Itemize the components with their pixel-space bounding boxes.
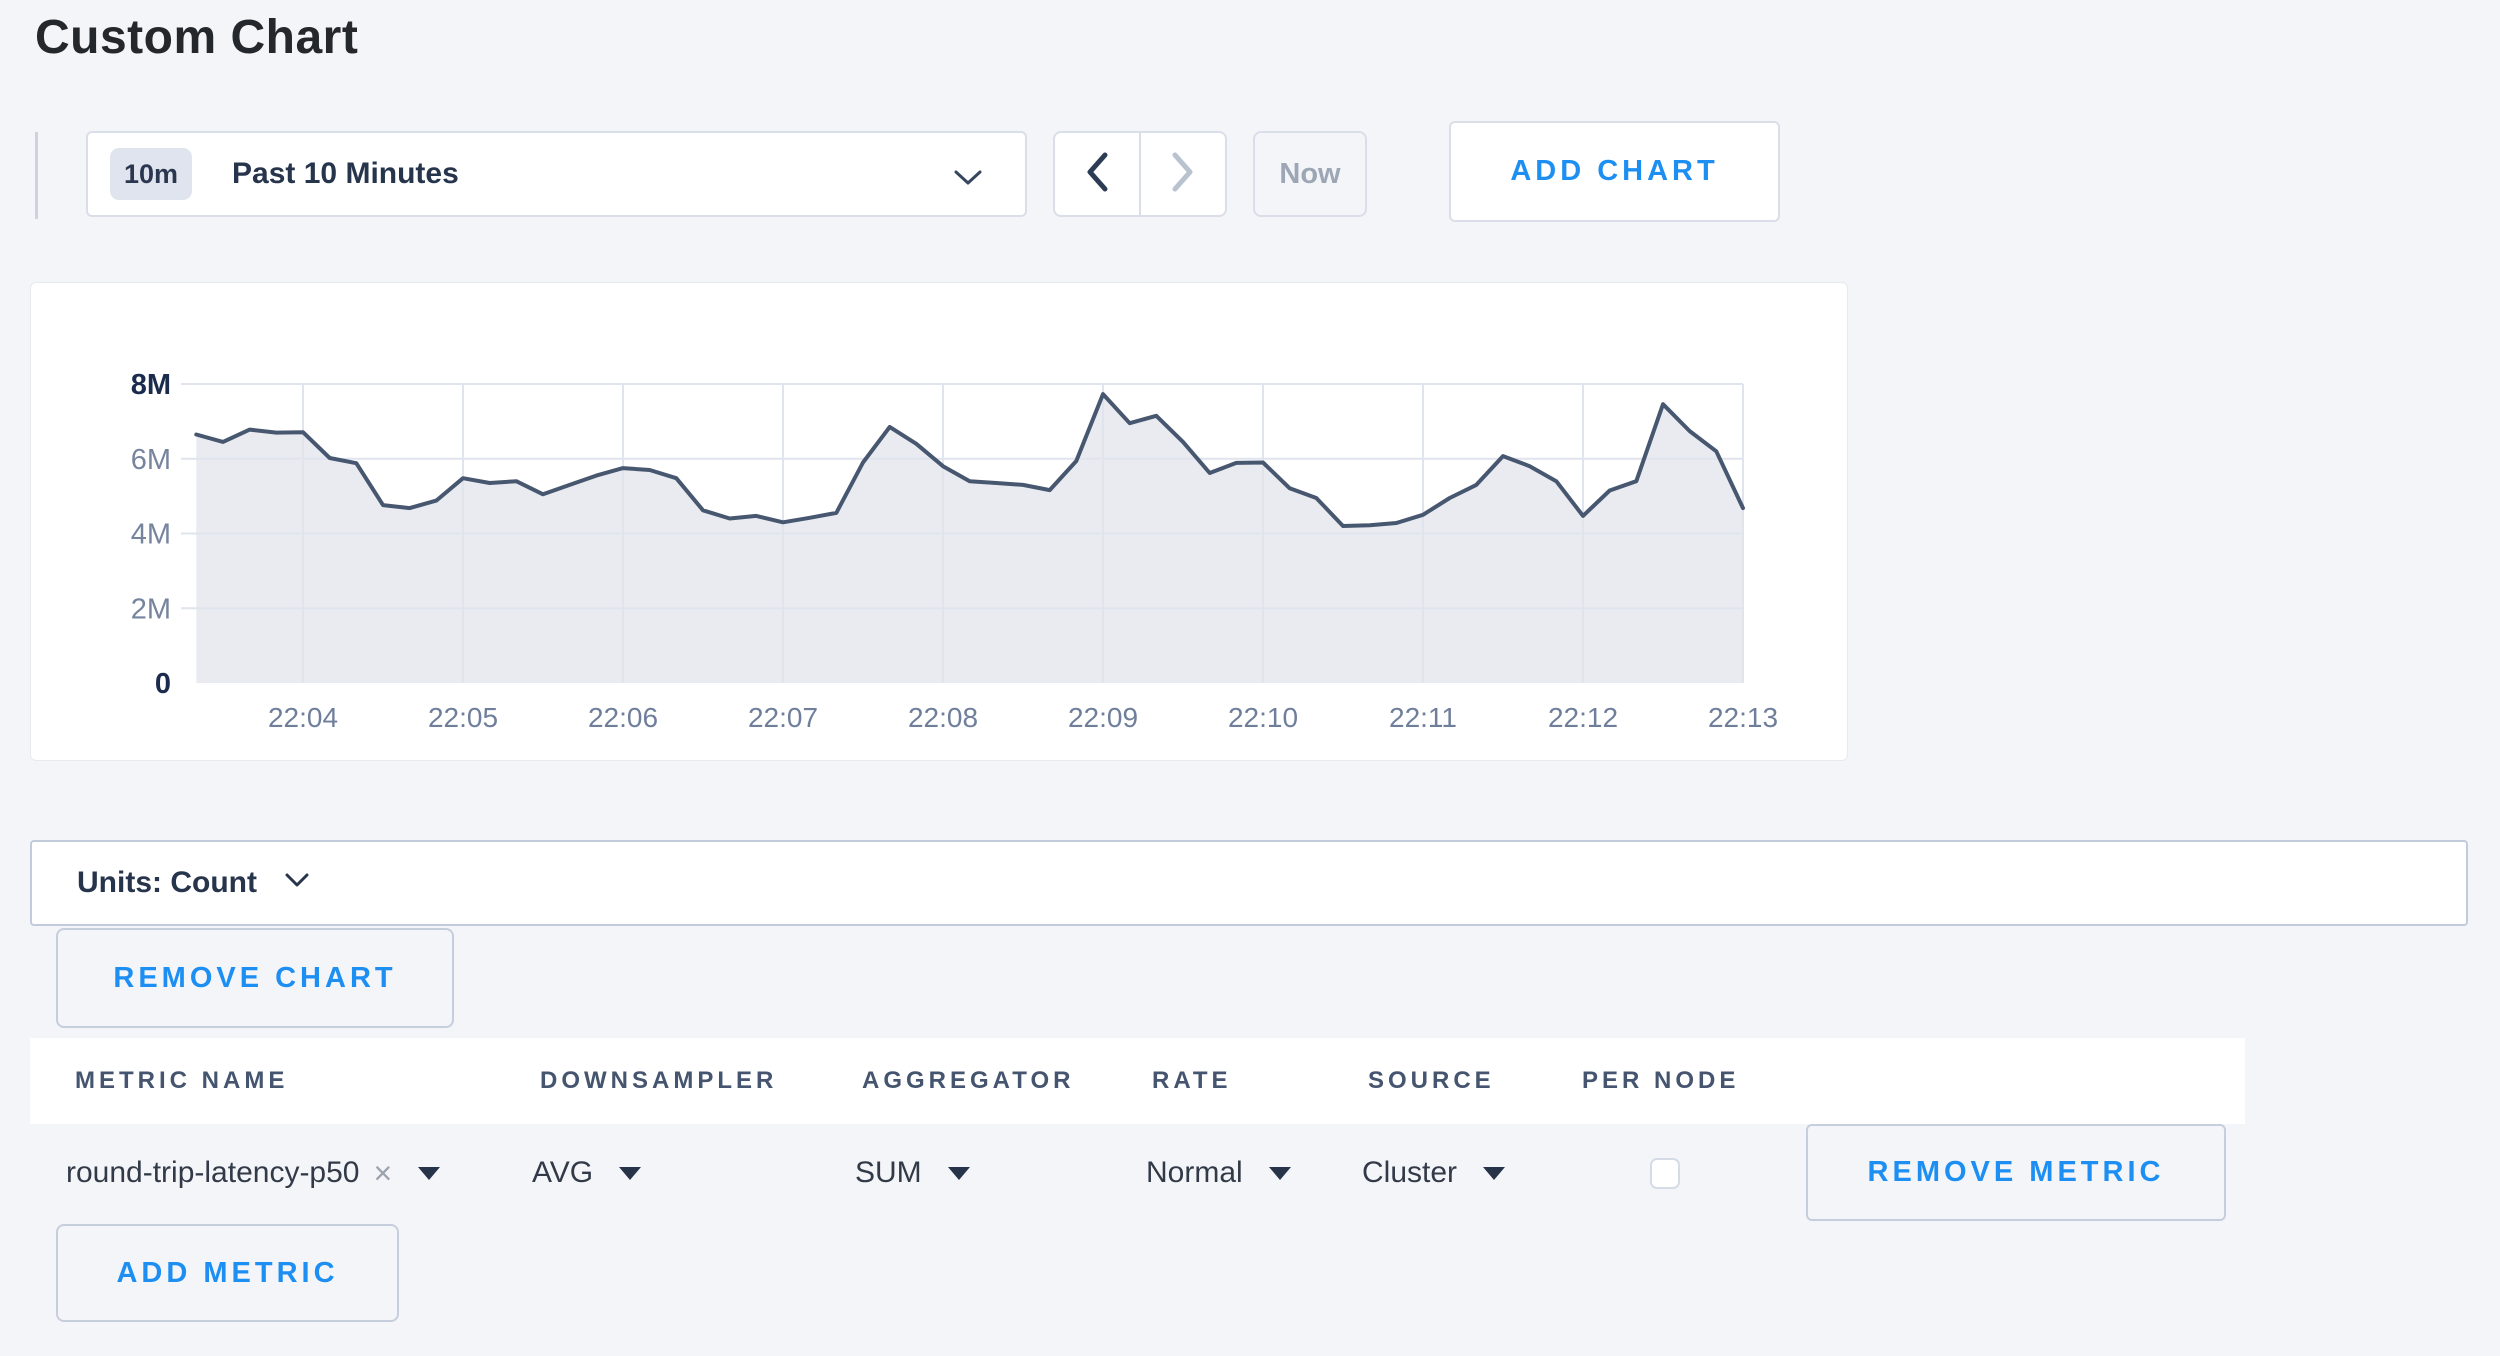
downsampler-select[interactable]: AVG — [532, 1124, 641, 1222]
time-range-dropdown[interactable]: 10m Past 10 Minutes — [86, 131, 1027, 217]
prev-time-button[interactable] — [1055, 133, 1139, 215]
x-axis-label: 22:07 — [748, 702, 818, 733]
column-header-downsampler: DOWNSAMPLER — [540, 1038, 777, 1124]
metrics-table-header: METRIC NAME DOWNSAMPLER AGGREGATOR RATE … — [30, 1038, 2245, 1124]
metric-name-value: round-trip-latency-p50 — [66, 1156, 359, 1190]
caret-down-icon — [1483, 1167, 1505, 1180]
column-header-source: SOURCE — [1368, 1038, 1495, 1124]
y-axis-label: 0 — [155, 668, 171, 700]
units-label: Units: Count — [77, 866, 257, 900]
add-chart-label: ADD CHART — [1510, 155, 1718, 188]
caret-down-icon — [619, 1167, 641, 1180]
y-axis-label: 4M — [131, 519, 171, 551]
chevron-down-icon — [953, 169, 983, 192]
column-header-metric-name: METRIC NAME — [75, 1038, 288, 1124]
aggregator-value: SUM — [855, 1156, 922, 1190]
remove-chart-button[interactable]: REMOVE CHART — [56, 928, 454, 1028]
caret-down-icon — [948, 1167, 970, 1180]
time-step-button-group — [1053, 131, 1227, 217]
rate-select[interactable]: Normal — [1146, 1124, 1291, 1222]
now-button-label: Now — [1279, 158, 1340, 191]
chart-card: 0 2M 4M 6M 8M 22:04 22:05 22:06 22:07 22:08 22:09 2… — [30, 282, 1848, 761]
y-axis-label: 8M — [131, 369, 171, 401]
chevron-down-icon — [285, 873, 309, 893]
now-button[interactable]: Now — [1253, 131, 1367, 217]
chevron-left-icon — [1083, 151, 1111, 198]
caret-down-icon — [1269, 1167, 1291, 1180]
units-dropdown[interactable]: Units: Count — [30, 840, 2468, 926]
add-metric-button[interactable]: ADD METRIC — [56, 1224, 399, 1322]
remove-metric-label: REMOVE METRIC — [1868, 1156, 2165, 1189]
x-axis-label: 22:13 — [1708, 702, 1778, 733]
add-chart-button[interactable]: ADD CHART — [1449, 121, 1780, 222]
remove-metric-button[interactable]: REMOVE METRIC — [1806, 1124, 2226, 1221]
column-header-aggregator: AGGREGATOR — [862, 1038, 1074, 1124]
metric-chart: 0 2M 4M 6M 8M 22:04 22:05 22:06 22:07 22:08 22:09 2… — [31, 283, 1847, 760]
chevron-right-icon — [1169, 151, 1197, 198]
column-header-per-node: PER NODE — [1582, 1038, 1739, 1124]
downsampler-value: AVG — [532, 1156, 593, 1190]
chart-area-fill — [196, 394, 1743, 683]
remove-chart-label: REMOVE CHART — [113, 962, 396, 995]
rate-value: Normal — [1146, 1156, 1243, 1190]
time-range-label: Past 10 Minutes — [232, 157, 459, 191]
add-metric-label: ADD METRIC — [116, 1257, 338, 1290]
aggregator-select[interactable]: SUM — [855, 1124, 970, 1222]
source-value: Cluster — [1362, 1156, 1457, 1190]
x-axis-label: 22:09 — [1068, 702, 1138, 733]
next-time-button[interactable] — [1139, 133, 1225, 215]
x-axis-label: 22:04 — [268, 702, 338, 733]
column-header-rate: RATE — [1152, 1038, 1232, 1124]
x-axis-label: 22:08 — [908, 702, 978, 733]
x-axis-label: 22:06 — [588, 702, 658, 733]
source-select[interactable]: Cluster — [1362, 1124, 1505, 1222]
per-node-checkbox[interactable] — [1650, 1158, 1680, 1189]
clear-metric-icon[interactable]: × — [373, 1157, 392, 1189]
caret-down-icon — [418, 1167, 440, 1180]
metric-name-select[interactable]: round-trip-latency-p50 × — [66, 1124, 440, 1222]
x-axis-label: 22:12 — [1548, 702, 1618, 733]
x-axis-label: 22:11 — [1389, 702, 1457, 733]
toolbar-left-rule — [35, 132, 38, 219]
page-title: Custom Chart — [35, 10, 358, 65]
y-axis-label: 6M — [131, 444, 171, 476]
x-axis-label: 22:10 — [1228, 702, 1298, 733]
time-scale-badge: 10m — [110, 148, 192, 200]
x-axis-label: 22:05 — [428, 702, 498, 733]
y-axis-label: 2M — [131, 593, 171, 625]
